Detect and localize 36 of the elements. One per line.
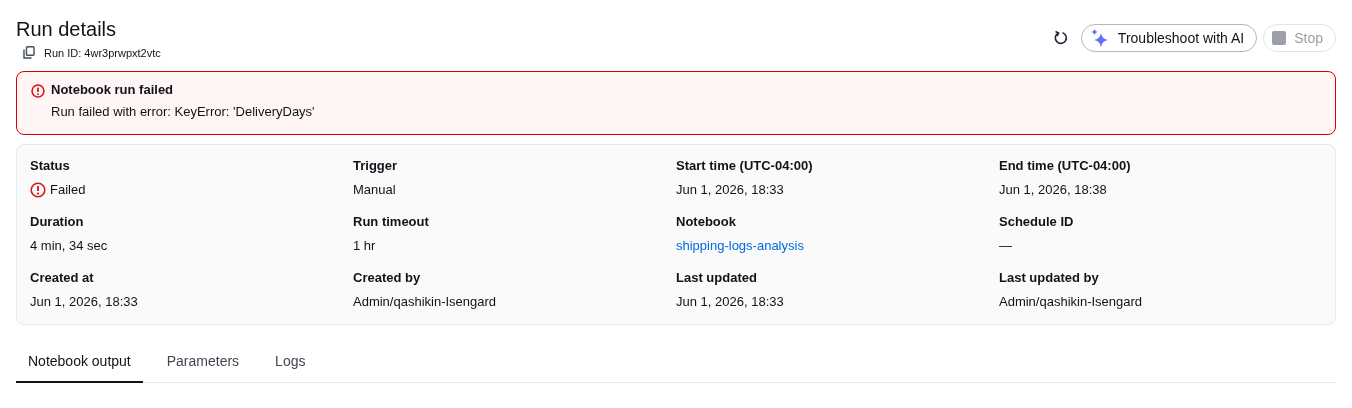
tab[interactable]: Parameters bbox=[154, 347, 252, 383]
field-value: Jun 1, 2026, 18:33 bbox=[30, 294, 138, 310]
troubleshoot-button[interactable]: Troubleshoot with AI bbox=[1080, 24, 1258, 52]
alert-message: Run failed with error: KeyError: 'DeliveryDays' bbox=[51, 104, 315, 119]
error-icon bbox=[30, 182, 46, 198]
copy-icon[interactable] bbox=[23, 46, 35, 59]
field-label: Created by bbox=[353, 270, 422, 286]
field-label: Status bbox=[30, 158, 71, 174]
run-id: Run ID: 4wr3prwpxt2vtc bbox=[44, 46, 161, 59]
field-value: Admin/qashikin-Isengard bbox=[353, 294, 497, 310]
page-title: Run details bbox=[16, 17, 118, 42]
field-value: Jun 1, 2026, 18:33 bbox=[676, 294, 784, 310]
status-value: Failed bbox=[50, 182, 86, 198]
notebook-link[interactable]: shipping-logs-analysis bbox=[676, 238, 804, 254]
tab[interactable]: Notebook output bbox=[16, 347, 143, 383]
field-label: Duration bbox=[30, 214, 85, 230]
field-label: Last updated bbox=[676, 270, 758, 286]
field-value: 1 hr bbox=[353, 238, 376, 254]
field-value: Jun 1, 2026, 18:38 bbox=[999, 182, 1107, 198]
field-label: Trigger bbox=[353, 158, 399, 174]
error-icon bbox=[31, 84, 45, 98]
stop-icon bbox=[1272, 31, 1287, 45]
field-label: Notebook bbox=[676, 214, 737, 230]
alert-title: Notebook run failed bbox=[51, 82, 175, 97]
field-value: — bbox=[999, 238, 1012, 254]
field-value: 4 min, 34 sec bbox=[30, 238, 108, 254]
field-label: Run timeout bbox=[353, 214, 430, 230]
field-label: Last updated by bbox=[999, 270, 1100, 286]
tab[interactable]: Logs bbox=[263, 347, 318, 383]
field-value: Jun 1, 2026, 18:33 bbox=[676, 182, 784, 198]
field-value: Admin/qashikin-Isengard bbox=[999, 294, 1143, 310]
field-value: Manual bbox=[353, 182, 396, 198]
field-label: Schedule ID bbox=[999, 214, 1075, 230]
field-label: Start time (UTC-04:00) bbox=[676, 158, 814, 174]
field-label: End time (UTC-04:00) bbox=[999, 158, 1132, 174]
field-label: Created at bbox=[30, 270, 95, 286]
